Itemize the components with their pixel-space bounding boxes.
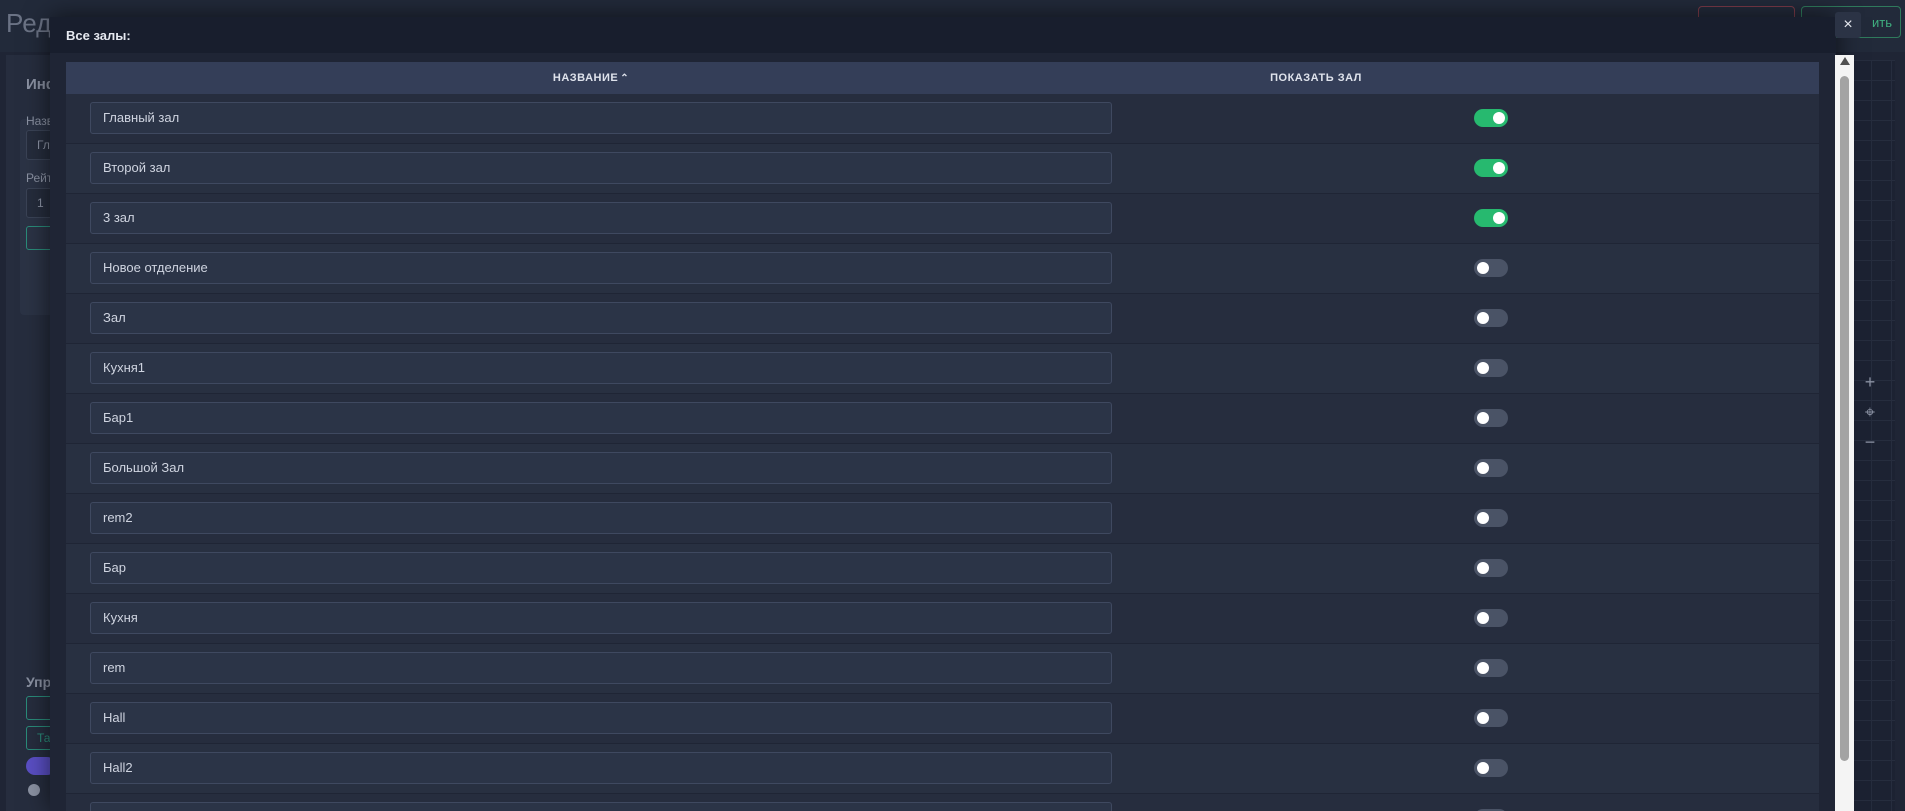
toggle-knob bbox=[1477, 712, 1489, 724]
rating-input-value: 1 bbox=[37, 196, 44, 210]
center-icon[interactable]: ⌖ bbox=[1858, 400, 1882, 424]
table-row: Новое отделение bbox=[66, 244, 1819, 294]
toggle-knob bbox=[1477, 312, 1489, 324]
show-hall-toggle[interactable] bbox=[1474, 209, 1508, 227]
modal-title: Все залы: bbox=[66, 28, 131, 43]
close-icon[interactable]: × bbox=[1835, 12, 1861, 38]
show-hall-toggle[interactable] bbox=[1474, 659, 1508, 677]
scrollbar[interactable] bbox=[1835, 55, 1854, 811]
scroll-thumb[interactable] bbox=[1840, 76, 1849, 761]
hall-name-input[interactable]: Hall bbox=[90, 702, 1112, 734]
column-header-show: ПОКАЗАТЬ ЗАЛ bbox=[1270, 72, 1362, 84]
table-row: Главный зал bbox=[66, 94, 1819, 144]
toggle-knob bbox=[1477, 262, 1489, 274]
hall-name-input[interactable]: Большой Зал bbox=[90, 452, 1112, 484]
halls-table: НАЗВАНИЕ ⌃ ПОКАЗАТЬ ЗАЛ Главный зал Второй… bbox=[66, 62, 1819, 811]
table-header: НАЗВАНИЕ ⌃ ПОКАЗАТЬ ЗАЛ bbox=[66, 62, 1819, 94]
table-row: Бар bbox=[66, 544, 1819, 594]
toggle-knob bbox=[1477, 512, 1489, 524]
table-row: Кухня1 bbox=[66, 344, 1819, 394]
toggle-knob bbox=[1477, 412, 1489, 424]
show-hall-toggle[interactable] bbox=[1474, 409, 1508, 427]
show-hall-toggle[interactable] bbox=[1474, 259, 1508, 277]
table-row: rem2 bbox=[66, 494, 1819, 544]
toggle-knob bbox=[1477, 662, 1489, 674]
hall-name-input[interactable]: Главный зал bbox=[90, 102, 1112, 134]
toggle-knob bbox=[1477, 562, 1489, 574]
hall-name-input[interactable]: rem2 bbox=[90, 502, 1112, 534]
hall-name-input[interactable]: Hall2 bbox=[90, 752, 1112, 784]
show-hall-toggle[interactable] bbox=[1474, 559, 1508, 577]
table-row: Большой Зал bbox=[66, 444, 1819, 494]
zoom-out-icon[interactable]: − bbox=[1858, 430, 1882, 454]
modal-header: Все залы: bbox=[50, 17, 1836, 53]
show-hall-toggle[interactable] bbox=[1474, 609, 1508, 627]
show-hall-toggle[interactable] bbox=[1474, 159, 1508, 177]
table-row: Бар1 bbox=[66, 394, 1819, 444]
column-name-label: НАЗВАНИЕ bbox=[552, 72, 619, 84]
name-input-value: Гл bbox=[37, 138, 50, 152]
show-hall-toggle[interactable] bbox=[1474, 359, 1508, 377]
zoom-in-icon[interactable]: + bbox=[1858, 370, 1882, 394]
show-hall-toggle[interactable] bbox=[1474, 709, 1508, 727]
toggle-knob bbox=[1477, 462, 1489, 474]
toggle-knob bbox=[1493, 112, 1505, 124]
toggle-knob bbox=[1477, 762, 1489, 774]
hall-name-input[interactable]: Бар1 bbox=[90, 402, 1112, 434]
hall-name-input[interactable]: Второй зал bbox=[90, 152, 1112, 184]
hall-name-input[interactable]: Зал bbox=[90, 302, 1112, 334]
show-hall-toggle[interactable] bbox=[1474, 309, 1508, 327]
toggle-knob bbox=[1477, 362, 1489, 374]
table-row bbox=[66, 794, 1819, 811]
table-row: Кухня bbox=[66, 594, 1819, 644]
hall-name-input[interactable]: Новое отделение bbox=[90, 252, 1112, 284]
app-title: Ред bbox=[6, 8, 52, 38]
table-row: Hall2 bbox=[66, 744, 1819, 794]
column-header-name[interactable]: НАЗВАНИЕ ⌃ bbox=[66, 62, 1116, 94]
hall-name-input[interactable]: rem bbox=[90, 652, 1112, 684]
table-row: 3 зал bbox=[66, 194, 1819, 244]
table-row: Hall bbox=[66, 694, 1819, 744]
hall-name-input[interactable]: Кухня1 bbox=[90, 352, 1112, 384]
show-hall-toggle[interactable] bbox=[1474, 109, 1508, 127]
hall-name-input[interactable] bbox=[90, 802, 1112, 811]
rating-label: Рейт bbox=[26, 171, 53, 185]
toggle-knob bbox=[1477, 612, 1489, 624]
hall-name-input[interactable]: 3 зал bbox=[90, 202, 1112, 234]
halls-modal: Все залы: НАЗВАНИЕ ⌃ ПОКАЗАТЬ ЗАЛ Главный… bbox=[50, 17, 1836, 811]
table-row: Зал bbox=[66, 294, 1819, 344]
table-row: rem bbox=[66, 644, 1819, 694]
sort-asc-icon: ⌃ bbox=[620, 73, 630, 84]
toggle-knob bbox=[1493, 162, 1505, 174]
table-row: Второй зал bbox=[66, 144, 1819, 194]
bg-radio[interactable] bbox=[28, 784, 40, 796]
show-hall-toggle[interactable] bbox=[1474, 759, 1508, 777]
hall-name-input[interactable]: Бар bbox=[90, 552, 1112, 584]
hall-name-input[interactable]: Кухня bbox=[90, 602, 1112, 634]
scroll-up-icon[interactable] bbox=[1840, 57, 1850, 65]
toggle-knob bbox=[1493, 212, 1505, 224]
show-hall-toggle[interactable] bbox=[1474, 509, 1508, 527]
show-hall-toggle[interactable] bbox=[1474, 459, 1508, 477]
table-body: Главный зал Второй зал 3 зал Новое отделени… bbox=[66, 94, 1819, 811]
